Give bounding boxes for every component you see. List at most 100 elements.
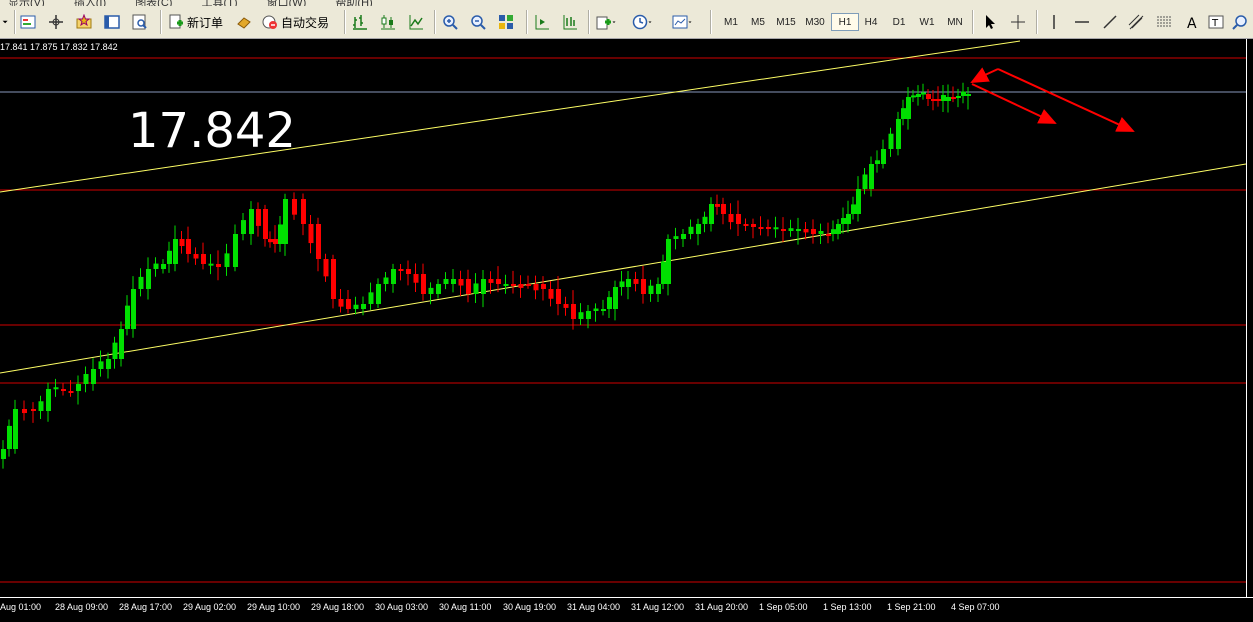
text-tool[interactable]: A [1184,11,1200,33]
candle-body [586,311,591,319]
candle-body [526,284,531,286]
candle-body [249,209,254,234]
dropdown-arrow-icon[interactable] [648,14,656,30]
candle-body [119,329,124,359]
candle-body [773,227,779,230]
candle-body [803,229,809,233]
text-label-icon: T [1208,15,1224,29]
candle-body [702,216,708,224]
time-label: Aug 01:00 [0,602,42,612]
new-order-button[interactable]: 新订单 [168,11,223,33]
candle-body [76,384,81,391]
dropdown-arrow-icon[interactable] [688,14,696,30]
market-watch-button[interactable] [20,11,36,33]
candle-body [301,199,306,224]
candle-body [451,279,456,284]
timeframe-m15-button[interactable]: M15 [773,13,799,31]
templates-button[interactable] [672,11,696,33]
time-label: 29 Aug 02:00 [183,602,237,612]
terminal-button[interactable] [104,11,120,33]
chart-shift-icon [563,15,577,30]
tile-windows-button[interactable] [498,11,514,33]
zoom-in-button[interactable] [442,11,458,33]
candle-body [1,449,6,459]
timeframe-mn-button[interactable]: MN [942,13,968,31]
market-watch-icon [20,15,36,29]
search-button[interactable] [1232,11,1248,33]
crosshair-tool-button[interactable] [1010,11,1026,33]
timeframe-w1-button[interactable]: W1 [914,13,940,31]
candle-body [766,227,771,229]
time-axis[interactable]: Aug 01:00 28 Aug 09:00 28 Aug 17:00 29 Aug … [0,597,1253,622]
candle-body [406,269,411,274]
candle-body [961,91,966,96]
timeframe-m30-button[interactable]: M30 [802,13,828,31]
trendline-icon [1103,15,1117,29]
candle-body [966,94,971,96]
candle-body [106,359,111,369]
auto-scroll-button[interactable] [534,11,550,33]
cursor-icon [986,15,995,29]
timeframe-m1-button[interactable]: M1 [718,13,744,31]
chart-shift-button[interactable] [562,11,578,33]
favorites-button[interactable] [76,11,92,33]
candle-body [421,274,426,294]
navigator-button[interactable] [48,11,64,33]
auto-trading-button[interactable]: 自动交易 [262,11,329,33]
dropdown-icon[interactable] [2,14,12,30]
candle-body [466,279,471,294]
candle-body [481,279,486,294]
candle-body [398,269,404,271]
fibonacci-tool[interactable] [1156,11,1172,33]
dropdown-arrow-icon[interactable] [612,14,620,30]
horizontal-line-tool[interactable] [1074,11,1090,33]
candle-body [193,254,199,259]
bar-chart-button[interactable] [352,11,368,33]
candle-body [268,239,273,243]
candle-body [283,199,288,244]
line-chart-button[interactable] [408,11,424,33]
candle-body [208,263,214,266]
candle-body [736,214,741,224]
price-chart[interactable]: 17.841 17.875 17.832 17.842 17.842 [0,39,1246,597]
candle-body [926,94,931,99]
time-label: 31 Aug 12:00 [631,602,685,612]
candle-body [688,226,694,234]
candle-body [216,264,221,267]
timeframe-d1-button[interactable]: D1 [886,13,912,31]
order-history-button[interactable] [236,11,252,33]
time-label: 4 Sep 07:00 [951,602,1000,612]
indicators-button[interactable] [596,11,620,33]
candle-body [916,94,921,97]
search-doc-icon [132,14,147,30]
cursor-tool-button[interactable] [982,11,998,33]
periodicity-button[interactable] [632,11,656,33]
timeframe-m5-button[interactable]: M5 [745,13,771,31]
candle-body [263,209,268,239]
channel-tool[interactable] [1128,11,1144,33]
candlestick-icon [381,15,395,30]
candle-body [224,253,230,267]
candle-body [83,374,89,384]
zoom-out-button[interactable] [470,11,486,33]
candle-body [233,234,238,267]
candle-body [836,224,841,234]
candle-body [273,239,278,244]
candle-body [496,279,501,284]
trendline-tool[interactable] [1102,11,1118,33]
candle-body [931,99,936,101]
text-label-tool[interactable]: T [1208,11,1224,33]
candle-body [743,224,749,226]
candle-body [648,285,654,294]
time-label: 29 Aug 10:00 [247,602,301,612]
candle-body [488,279,494,283]
time-label: 1 Sep 21:00 [887,602,936,612]
vertical-line-tool[interactable] [1046,11,1062,33]
line-chart-icon [409,15,423,30]
timeframe-h4-button[interactable]: H4 [858,13,884,31]
channel-lower-line [0,163,1246,374]
timeframe-h1-button[interactable]: H1 [831,13,859,31]
price-axis[interactable] [1246,39,1253,597]
strategy-tester-button[interactable] [132,11,148,33]
candle-chart-button[interactable] [380,11,396,33]
